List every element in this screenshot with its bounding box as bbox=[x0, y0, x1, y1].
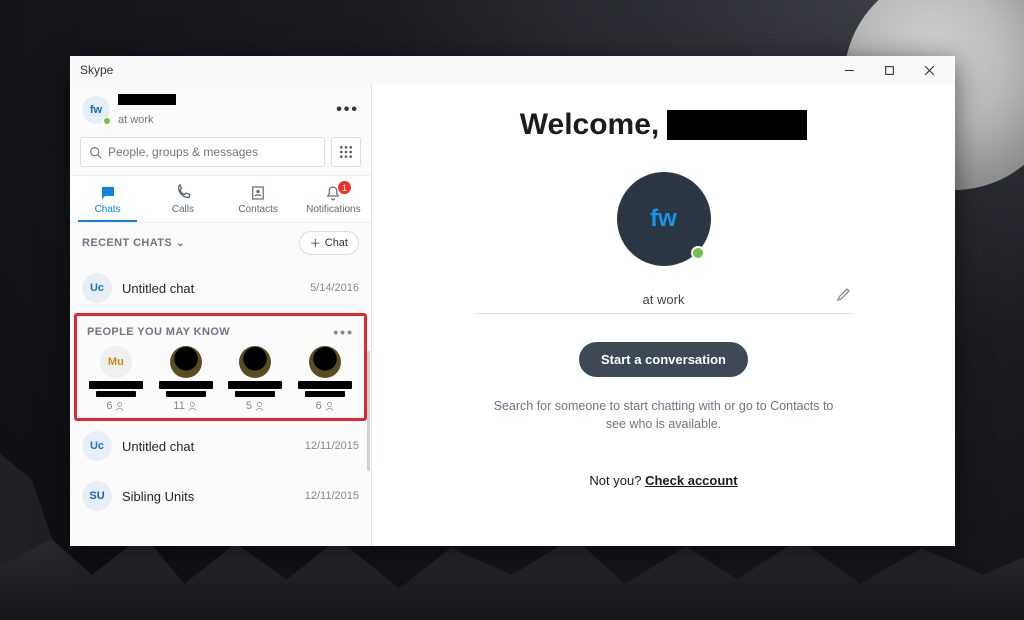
presence-online-icon bbox=[103, 117, 111, 125]
search-input[interactable] bbox=[108, 145, 316, 159]
chat-avatar: Uc bbox=[82, 431, 112, 461]
pymk-name-redacted bbox=[298, 381, 352, 389]
self-status: at work bbox=[118, 114, 153, 126]
pymk-mutual-count: 6 bbox=[316, 400, 335, 412]
person-icon bbox=[114, 401, 125, 412]
search-icon bbox=[89, 146, 102, 159]
main-pane: Welcome, fw at work Start a conversation… bbox=[372, 84, 955, 546]
tab-chats[interactable]: Chats bbox=[70, 176, 145, 222]
chevron-down-icon: ⌄ bbox=[176, 238, 185, 249]
welcome-prefix: Welcome, bbox=[520, 108, 660, 142]
pymk-card[interactable]: 6 bbox=[290, 344, 360, 412]
tab-calls[interactable]: Calls bbox=[145, 176, 220, 222]
new-chat-button[interactable]: ＋ Chat bbox=[299, 231, 359, 255]
titlebar: Skype bbox=[70, 56, 955, 84]
hint-text: Search for someone to start chatting wit… bbox=[494, 397, 834, 433]
maximize-button[interactable] bbox=[869, 56, 909, 84]
pymk-name-redacted bbox=[96, 391, 136, 397]
chat-date: 12/11/2015 bbox=[305, 440, 359, 452]
chat-avatar: SU bbox=[82, 481, 112, 511]
pymk-more-button[interactable]: ••• bbox=[333, 324, 354, 340]
chat-title: Untitled chat bbox=[122, 281, 194, 296]
window-title: Skype bbox=[76, 63, 113, 77]
search-box[interactable] bbox=[80, 137, 325, 167]
chat-title: Sibling Units bbox=[122, 489, 194, 504]
tab-chats-label: Chats bbox=[95, 204, 121, 215]
tab-contacts-label: Contacts bbox=[238, 204, 277, 215]
dialpad-button[interactable] bbox=[331, 137, 361, 167]
self-name-block: at work bbox=[118, 92, 176, 127]
not-you-row: Not you? Check account bbox=[589, 473, 737, 488]
person-icon bbox=[254, 401, 265, 412]
pymk-avatar-initials: Mu bbox=[108, 356, 124, 368]
skype-window: Skype fw at work ••• bbox=[70, 56, 955, 546]
profile-header[interactable]: fw at work ••• bbox=[70, 84, 371, 135]
pymk-name-redacted bbox=[166, 391, 206, 397]
contacts-icon bbox=[249, 184, 267, 202]
chat-item[interactable]: Uc Untitled chat 12/11/2015 bbox=[70, 421, 371, 471]
welcome-name-redacted bbox=[667, 110, 807, 140]
pymk-card[interactable]: 5 bbox=[221, 344, 291, 412]
close-button[interactable] bbox=[909, 56, 949, 84]
chat-title: Untitled chat bbox=[122, 439, 194, 454]
more-menu-button[interactable]: ••• bbox=[336, 101, 359, 119]
not-you-prefix: Not you? bbox=[589, 473, 645, 488]
dialpad-icon bbox=[339, 145, 353, 159]
tab-contacts[interactable]: Contacts bbox=[221, 176, 296, 222]
self-name-redacted bbox=[118, 94, 176, 105]
pymk-name-redacted bbox=[89, 381, 143, 389]
main-avatar[interactable]: fw bbox=[617, 172, 711, 266]
pymk-name-redacted bbox=[159, 381, 213, 389]
main-avatar-initials: fw bbox=[650, 205, 677, 233]
nav-tabs: Chats Calls Contacts 1 Notifications bbox=[70, 175, 371, 223]
edit-icon[interactable] bbox=[836, 286, 852, 307]
person-icon bbox=[324, 401, 335, 412]
pymk-name-redacted bbox=[235, 391, 275, 397]
chat-date: 5/14/2016 bbox=[310, 282, 359, 294]
phone-icon bbox=[174, 184, 192, 202]
minimize-button[interactable] bbox=[829, 56, 869, 84]
pymk-avatar: Mu bbox=[100, 346, 132, 378]
welcome-heading: Welcome, bbox=[520, 108, 808, 142]
people-you-may-know: PEOPLE YOU MAY KNOW ••• Mu 6 11 bbox=[74, 313, 367, 421]
pymk-mutual-count: 6 bbox=[106, 400, 125, 412]
tab-calls-label: Calls bbox=[172, 204, 194, 215]
window-controls bbox=[829, 56, 949, 84]
new-chat-label: Chat bbox=[325, 237, 348, 249]
scrollbar[interactable] bbox=[367, 351, 370, 471]
start-conversation-button[interactable]: Start a conversation bbox=[579, 342, 748, 377]
status-text: at work bbox=[643, 292, 685, 307]
tab-notifications[interactable]: 1 Notifications bbox=[296, 176, 371, 222]
person-icon bbox=[187, 401, 198, 412]
tab-notifications-label: Notifications bbox=[306, 204, 360, 215]
chat-item[interactable]: SU Sibling Units 12/11/2015 bbox=[70, 471, 371, 521]
pymk-name-redacted bbox=[228, 381, 282, 389]
presence-online-icon bbox=[691, 246, 705, 260]
chat-item[interactable]: Uc Untitled chat 5/14/2016 bbox=[70, 263, 371, 313]
pymk-avatar bbox=[170, 346, 202, 378]
check-account-link[interactable]: Check account bbox=[645, 473, 737, 488]
chat-list: RECENT CHATS ⌄ ＋ Chat Uc Untitled chat 5… bbox=[70, 223, 371, 546]
pymk-label: PEOPLE YOU MAY KNOW bbox=[87, 326, 230, 338]
pymk-mutual-count: 11 bbox=[173, 400, 197, 412]
chat-icon bbox=[99, 184, 117, 202]
status-editor[interactable]: at work bbox=[474, 292, 854, 314]
pymk-name-redacted bbox=[305, 391, 345, 397]
pymk-avatar bbox=[239, 346, 271, 378]
recent-chats-header[interactable]: RECENT CHATS ⌄ ＋ Chat bbox=[70, 223, 371, 263]
recent-chats-label: RECENT CHATS bbox=[82, 237, 172, 249]
self-avatar-initials: fw bbox=[90, 104, 102, 116]
pymk-card[interactable]: 11 bbox=[151, 344, 221, 412]
pymk-card[interactable]: Mu 6 bbox=[81, 344, 151, 412]
pymk-avatar bbox=[309, 346, 341, 378]
pymk-mutual-count: 5 bbox=[246, 400, 265, 412]
chat-avatar: Uc bbox=[82, 273, 112, 303]
self-avatar: fw bbox=[82, 96, 110, 124]
chat-date: 12/11/2015 bbox=[305, 490, 359, 502]
notification-badge: 1 bbox=[338, 181, 351, 194]
sidebar: fw at work ••• bbox=[70, 84, 372, 546]
